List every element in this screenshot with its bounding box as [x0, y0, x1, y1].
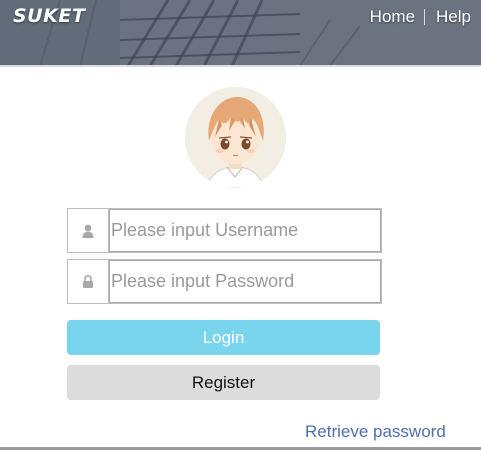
- top-nav: Home Help: [370, 7, 471, 27]
- nav-separator: [424, 9, 426, 25]
- login-page: SUKET Home Help Please input Username Lo…: [0, 0, 481, 450]
- register-button[interactable]: Register: [67, 365, 380, 400]
- username-input[interactable]: [109, 209, 381, 252]
- password-field-group: [67, 259, 382, 304]
- anime-character-avatar-icon: [185, 87, 286, 188]
- avatar: [185, 87, 286, 188]
- header-divider: [0, 65, 481, 67]
- app-logo[interactable]: SUKET: [13, 5, 85, 27]
- nav-home-link[interactable]: Home: [370, 7, 415, 27]
- username-addon: [68, 209, 109, 252]
- nav-help-link[interactable]: Help: [436, 7, 471, 27]
- password-addon: [68, 260, 109, 303]
- retrieve-password-link[interactable]: Retrieve password: [305, 422, 446, 442]
- header-banner: SUKET Home Help: [0, 0, 481, 66]
- login-button[interactable]: Login: [67, 320, 380, 355]
- user-icon: [82, 224, 94, 238]
- lock-icon: [83, 275, 93, 288]
- username-field-group: [67, 208, 382, 253]
- password-input[interactable]: [109, 260, 381, 303]
